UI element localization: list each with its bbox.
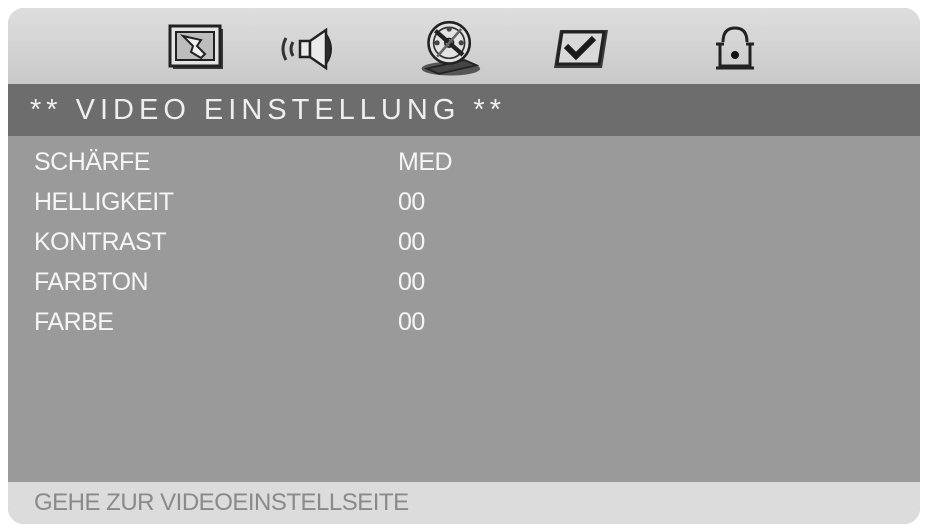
setting-row-hue[interactable]: FARBTON 00 — [8, 262, 920, 302]
audio-setup-icon — [281, 27, 332, 71]
setting-value[interactable]: 00 — [398, 222, 425, 262]
setting-value[interactable]: 00 — [398, 262, 425, 302]
setting-value[interactable]: 00 — [398, 182, 425, 222]
general-setup-icon — [168, 24, 223, 69]
status-bar: GEHE ZUR VIDEOEINSTELLSEITE — [8, 482, 920, 524]
setting-row-saturation[interactable]: FARBE 00 — [8, 302, 920, 342]
page-title-bar: ** VIDEO EINSTELLUNG ** — [8, 84, 920, 136]
setting-value[interactable]: 00 — [398, 302, 425, 342]
setting-label: HELLIGKEIT — [34, 188, 174, 216]
general-setup-tab[interactable] — [160, 16, 234, 82]
audio-setup-tab[interactable] — [274, 16, 348, 82]
setting-label: SCHÄRFE — [34, 148, 150, 176]
video-setup-icon — [421, 20, 481, 76]
setup-menu-panel: ** VIDEO EINSTELLUNG ** SCHÄRFE MED HELL… — [8, 8, 920, 524]
video-setup-tab[interactable] — [413, 12, 487, 84]
setting-row-contrast[interactable]: KONTRAST 00 — [8, 222, 920, 262]
setting-label: FARBE — [34, 308, 114, 336]
menu-icon-bar — [8, 8, 920, 84]
setting-row-sharpness[interactable]: SCHÄRFE MED — [8, 142, 920, 182]
page-title: ** VIDEO EINSTELLUNG ** — [30, 93, 506, 126]
password-tab[interactable] — [698, 16, 772, 82]
video-settings-list: SCHÄRFE MED HELLIGKEIT 00 KONTRAST 00 FA… — [8, 142, 920, 482]
status-text: GEHE ZUR VIDEOEINSTELLSEITE — [34, 489, 409, 516]
preferences-icon — [554, 30, 608, 68]
setting-label: KONTRAST — [34, 228, 167, 256]
setting-label: FARBTON — [34, 268, 149, 296]
setting-row-brightness[interactable]: HELLIGKEIT 00 — [8, 182, 920, 222]
setting-value[interactable]: MED — [398, 142, 453, 182]
preferences-tab[interactable] — [544, 16, 618, 82]
password-lock-icon — [716, 26, 754, 70]
